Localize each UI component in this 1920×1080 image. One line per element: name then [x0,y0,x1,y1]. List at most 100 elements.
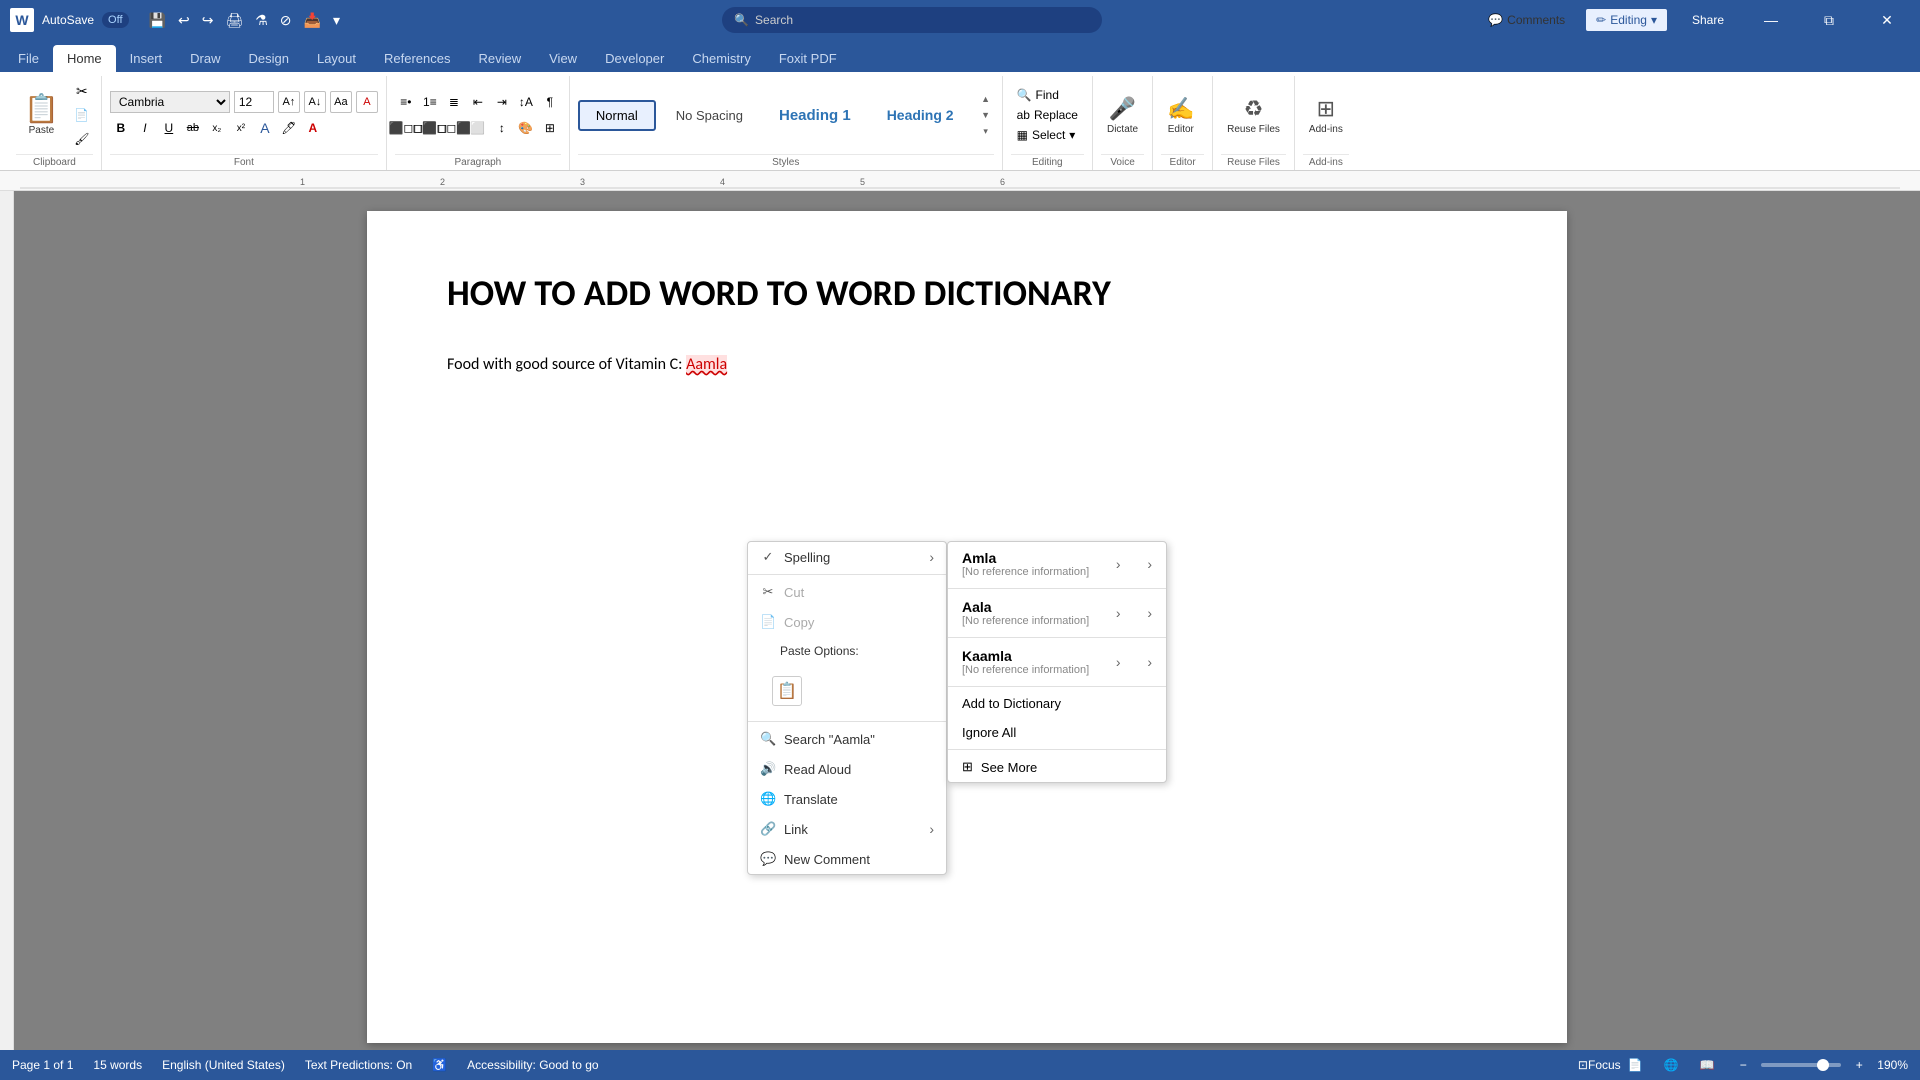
clipboard-label: Clipboard [16,154,93,170]
styles-expand[interactable]: ▾ [978,124,994,138]
overflow-button[interactable]: 📥 [300,10,325,31]
misspelled-word[interactable]: Aamla [686,355,727,374]
redo-button[interactable]: ↪ [198,10,218,31]
search-box[interactable]: 🔍 Search [722,7,1102,33]
show-marks-button[interactable]: ¶ [539,91,561,113]
tab-chemistry[interactable]: Chemistry [678,45,765,72]
paste-keep-source-button[interactable]: 📋 [772,676,802,706]
font-shrink-button[interactable]: A↓ [304,91,326,113]
styles-scroll-up[interactable]: ▲ [978,92,994,106]
highlight-button[interactable]: 🖊 [278,117,300,139]
sort-button[interactable]: ↕A [515,91,537,113]
underline-button[interactable]: U [158,117,180,139]
increase-indent-button[interactable]: ⇥ [491,91,513,113]
accessibility-status: Accessibility: Good to go [467,1058,598,1072]
ignore-all-button[interactable]: Ignore All [948,718,1166,747]
font-grow-button[interactable]: A↑ [278,91,300,113]
tab-home[interactable]: Home [53,45,116,72]
clear-formatting-button[interactable]: A [356,91,378,113]
font-color-button[interactable]: A [302,117,324,139]
translate-menu-item[interactable]: 🌐 Translate [748,784,946,814]
borders-button[interactable]: ⊞ [539,117,561,139]
zoom-out-button[interactable]: − [1733,1055,1753,1075]
dropdown-button[interactable]: ▾ [329,10,344,31]
doc-page[interactable]: HOW TO ADD WORD TO WORD DICTIONARY Food … [367,211,1567,1043]
tab-layout[interactable]: Layout [303,45,370,72]
save-button[interactable]: 💾 [145,10,170,31]
print-layout-button[interactable]: 📄 [1625,1055,1645,1075]
restore-button[interactable]: ⧉ [1806,4,1852,36]
justify-button[interactable]: ⬜ [467,117,489,139]
status-bar: Page 1 of 1 15 words English (United Sta… [0,1050,1920,1080]
change-case-button[interactable]: Aa [330,91,352,113]
bullets-button[interactable]: ≡• [395,91,417,113]
read-aloud-menu-item[interactable]: 🔊 Read Aloud [748,754,946,784]
italic-button[interactable]: I [134,117,156,139]
comments-button[interactable]: 💬 Comments [1480,9,1573,31]
editing-mode-button[interactable]: ✏ Editing ▾ [1585,8,1668,32]
addins-button[interactable]: ⊞ Add-ins [1303,92,1349,139]
link-menu-item[interactable]: 🔗 Link [748,814,946,844]
add-to-dictionary-button[interactable]: Add to Dictionary [948,689,1166,718]
multilevel-button[interactable]: ≣ [443,91,465,113]
numbering-button[interactable]: 1≡ [419,91,441,113]
shading-button[interactable]: 🎨 [515,117,537,139]
dictate-button[interactable]: 🎤 Dictate [1101,92,1144,139]
minimize-button[interactable]: — [1748,4,1794,36]
tab-draw[interactable]: Draw [176,45,234,72]
style-heading1[interactable]: Heading 1 [763,101,867,130]
paste-button[interactable]: 📋 Paste [16,91,67,140]
web-layout-button[interactable]: 🌐 [1661,1055,1681,1075]
editor-button[interactable]: ✍ Editor [1161,92,1200,139]
undo-button[interactable]: ↩ [174,10,194,31]
print-button[interactable]: 🖨 [221,10,247,31]
new-comment-menu-item[interactable]: 💬 New Comment [748,844,946,874]
tab-developer[interactable]: Developer [591,45,678,72]
bold-button[interactable]: B [110,117,132,139]
read-mode-button[interactable]: 📖 [1697,1055,1717,1075]
reuse-files-button[interactable]: ♻ Reuse Files [1221,92,1286,139]
align-right-button[interactable]: ◻◻⬛ [443,117,465,139]
strikethrough-button[interactable]: ab [182,117,204,139]
style-heading2[interactable]: Heading 2 [871,101,970,129]
close-button[interactable]: ✕ [1864,4,1910,36]
spelling-menu-item[interactable]: ✓ Spelling [748,542,946,572]
text-effect-button[interactable]: A [254,117,276,139]
line-spacing-button[interactable]: ↕ [491,117,513,139]
cut-button[interactable]: ✂ [71,80,93,102]
zoom-in-button[interactable]: + [1849,1055,1869,1075]
tab-file[interactable]: File [4,45,53,72]
body-text: Food with good source of Vitamin C: [447,355,686,374]
more-button[interactable]: ⊘ [276,10,296,31]
spell-item-amla[interactable]: Amla [No reference information] › [948,542,1166,586]
filter-button[interactable]: ⚗ [251,10,272,31]
spell-item-kaamla[interactable]: Kaamla [No reference information] › [948,640,1166,684]
focus-button[interactable]: ⊡ Focus [1589,1055,1609,1075]
zoom-slider[interactable] [1761,1063,1841,1067]
tab-references[interactable]: References [370,45,464,72]
search-menu-item[interactable]: 🔍 Search "Aamla" [748,724,946,754]
tab-insert[interactable]: Insert [116,45,177,72]
select-button[interactable]: ▦ Select ▾ [1011,126,1084,144]
spell-ref-aala: [No reference information] [962,615,1089,627]
spell-item-aala[interactable]: Aala [No reference information] › [948,591,1166,635]
autosave-toggle[interactable]: Off [102,12,128,28]
tab-design[interactable]: Design [235,45,303,72]
styles-scroll-down[interactable]: ▼ [978,108,994,122]
font-name-select[interactable]: Cambria [110,91,230,113]
font-size-input[interactable] [234,91,274,113]
decrease-indent-button[interactable]: ⇤ [467,91,489,113]
subscript-button[interactable]: x₂ [206,117,228,139]
share-button[interactable]: Share [1680,9,1736,31]
find-button[interactable]: 🔍 Find [1011,86,1084,104]
tab-review[interactable]: Review [465,45,536,72]
format-painter-button[interactable]: 🖌 [71,128,93,150]
tab-view[interactable]: View [535,45,591,72]
copy-button[interactable]: 📄 [71,104,93,126]
replace-button[interactable]: ab Replace [1011,106,1084,124]
style-normal[interactable]: Normal [578,100,656,131]
superscript-button[interactable]: x² [230,117,252,139]
see-more-button[interactable]: ⊞ See More [948,752,1166,782]
style-no-spacing[interactable]: No Spacing [660,102,759,129]
tab-foxitpdf[interactable]: Foxit PDF [765,45,851,72]
